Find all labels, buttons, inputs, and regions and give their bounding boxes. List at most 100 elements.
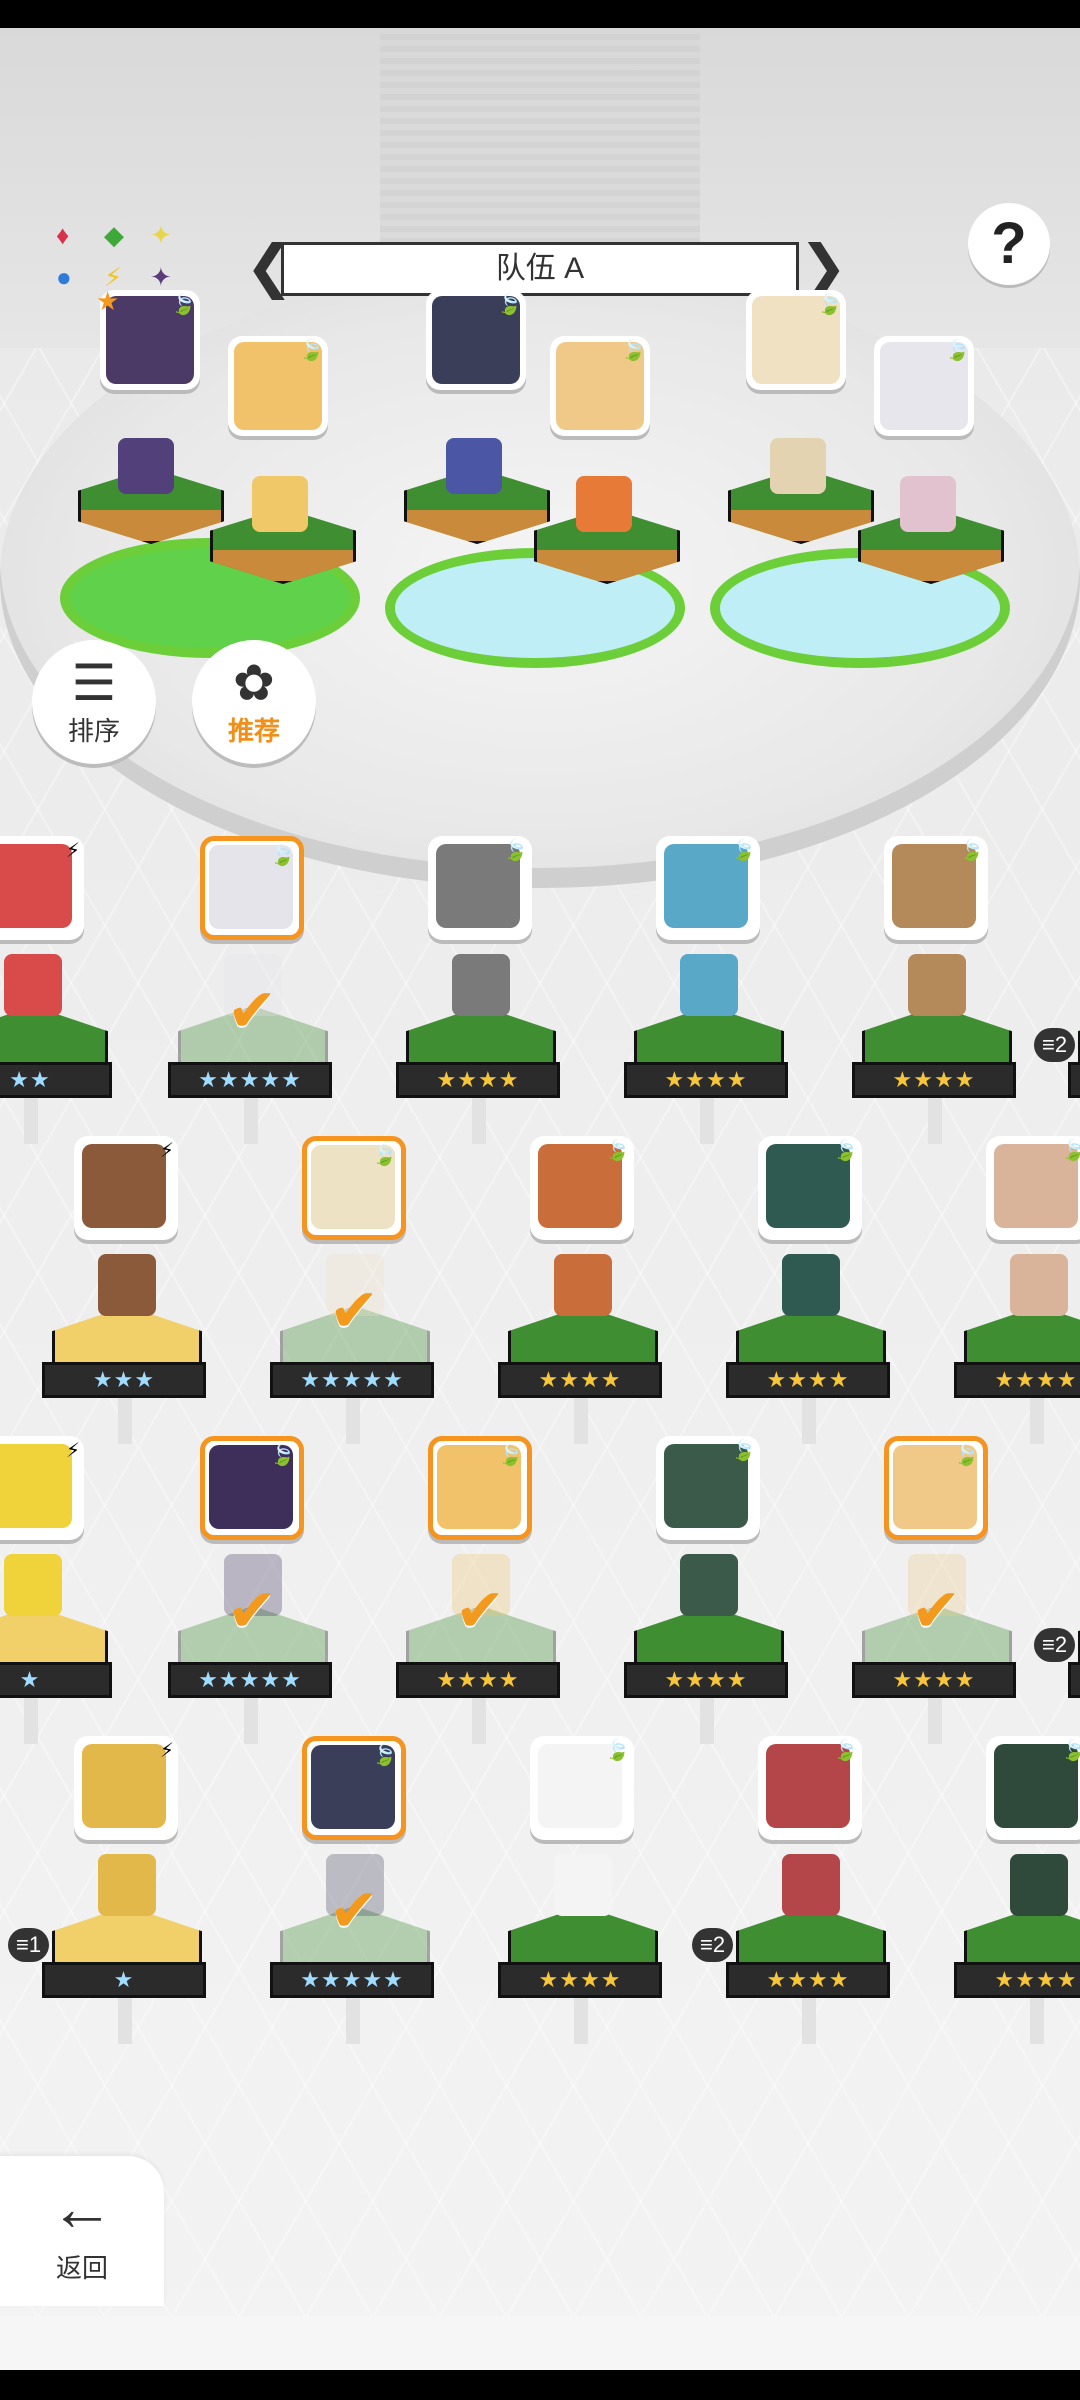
character-card[interactable]: 🍃 ★★★★ (616, 1436, 796, 1744)
character-card[interactable]: 🍃 ★★★★ (946, 1136, 1080, 1444)
formation-sprite (770, 438, 826, 494)
character-portrait[interactable]: 🍃 (530, 1136, 634, 1240)
formation-slot-portrait[interactable]: 🍃 (228, 336, 328, 436)
formation-slot-portrait[interactable]: 🍃 (550, 336, 650, 436)
stand-pole (1030, 1998, 1044, 2044)
bottom-strip (0, 2316, 1080, 2370)
formation-sprite (252, 476, 308, 532)
formation-slot-portrait[interactable]: 🍃 ★ (96, 286, 200, 390)
character-card[interactable]: ✔ 🍃 ★★★★ (844, 1436, 1024, 1744)
leaf-attr-icon: 🍃 (503, 840, 528, 862)
character-portrait[interactable]: 🍃 (986, 1136, 1080, 1240)
character-sprite (1010, 1854, 1068, 1916)
leaf-attr-icon: 🍃 (372, 1145, 397, 1167)
character-card[interactable]: ⚡ ★★ (0, 836, 120, 1144)
character-card[interactable]: 🍃 ★★★★ (718, 1136, 898, 1444)
leaf-icon: 🍃 (299, 340, 324, 362)
character-card[interactable]: ✔ 🍃 ★★★★ (388, 1436, 568, 1744)
leaf-icon: 🍃 (945, 340, 970, 362)
character-portrait[interactable]: 🍃 (200, 836, 304, 940)
copies-icon: ≡ (700, 1932, 713, 1957)
character-sprite (98, 1854, 156, 1916)
star-rating: ★★★★ (852, 1662, 1016, 1698)
stand-pole (1030, 1398, 1044, 1444)
duplicate-count: 2 (1054, 1032, 1068, 1057)
light-element-icon: ✦ (150, 220, 172, 250)
character-card[interactable]: ⚡ ★ ≡1 (8, 1736, 214, 2044)
star-rating: ★★ (0, 1062, 112, 1098)
flower-icon: ✿ (233, 655, 275, 711)
character-card[interactable]: 🍃 ★★★★ (844, 836, 1024, 1144)
formation-slot-portrait[interactable]: 🍃 (426, 290, 526, 390)
leaf-icon: 🍃 (171, 294, 196, 316)
leaf-attr-icon: 🍃 (1061, 1140, 1080, 1162)
character-portrait[interactable]: 🍃 (758, 1136, 862, 1240)
character-portrait[interactable]: ⚡ (74, 1136, 178, 1240)
formation-slot-portrait[interactable]: 🍃 (874, 336, 974, 436)
character-portrait[interactable]: 🍃 (530, 1736, 634, 1840)
thunder-attr-icon: ⚡ (159, 1140, 174, 1162)
character-card[interactable]: 🍃 ★★★★ ≡2 (692, 1736, 898, 2044)
character-card[interactable]: ≡2 (1034, 1436, 1080, 1736)
back-button[interactable]: ← 返回 (0, 2156, 164, 2306)
character-sprite (4, 954, 62, 1016)
character-card[interactable]: 🍃 ★★★★ (490, 1736, 670, 2044)
character-portrait[interactable]: 🍃 (986, 1736, 1080, 1840)
character-sprite (554, 1254, 612, 1316)
character-portrait[interactable]: ⚡ (74, 1736, 178, 1840)
star-rating: ★★★★ (954, 1362, 1080, 1398)
character-portrait[interactable]: 🍃 (656, 836, 760, 940)
star-rating: ★★★★ (624, 1662, 788, 1698)
dark-element-icon: ✦ (150, 262, 172, 292)
formation-slot-portrait[interactable]: 🍃 (746, 290, 846, 390)
character-card[interactable]: 🍃 ★★★★ (388, 836, 568, 1144)
character-card[interactable]: 🍃 ★★★★ (946, 1736, 1080, 2044)
character-card[interactable]: ⚡ ★★★ (34, 1136, 214, 1444)
sort-button[interactable]: ☰ 排序 (32, 640, 156, 764)
recommend-button[interactable]: ✿ 推荐 (192, 640, 316, 764)
formation-sprite (576, 476, 632, 532)
character-portrait[interactable]: 🍃 (884, 836, 988, 940)
leaf-attr-icon: 🍃 (270, 845, 295, 867)
character-card[interactable]: ✔ 🍃 ★★★★★ (262, 1736, 442, 2044)
character-portrait[interactable]: 🍃 (428, 836, 532, 940)
character-portrait[interactable]: 🍃 (302, 1136, 406, 1240)
selected-check-icon: ✔ (910, 1577, 962, 1644)
character-portrait[interactable]: ⚡ (0, 836, 84, 940)
star-rating: ★★★★★ (270, 1362, 434, 1398)
duplicate-count: 1 (28, 1932, 42, 1957)
stand-pole (928, 1098, 942, 1144)
character-card[interactable]: ✔ 🍃 ★★★★★ (160, 836, 340, 1144)
character-card[interactable]: ⚡ ★ (0, 1436, 120, 1744)
navigation-bar (0, 2370, 1080, 2400)
leaf-attr-icon: 🍃 (605, 1740, 630, 1762)
character-card[interactable]: ✔ 🍃 ★★★★★ (160, 1436, 340, 1744)
character-portrait[interactable]: 🍃 (758, 1736, 862, 1840)
sort-label: 排序 (67, 716, 120, 746)
stand-pole (574, 1398, 588, 1444)
leaf-attr-icon: 🍃 (731, 1440, 756, 1462)
character-card[interactable]: 🍃 ★★★★ (490, 1136, 670, 1444)
prev-team-button[interactable]: ❮ (245, 238, 294, 300)
character-card[interactable]: ✔ 🍃 ★★★★★ (262, 1136, 442, 1444)
fire-element-icon: ♦ (56, 220, 70, 250)
character-portrait[interactable]: 🍃 (884, 1436, 988, 1540)
character-portrait[interactable]: 🍃 (200, 1436, 304, 1540)
character-sprite (680, 954, 738, 1016)
leaf-attr-icon: 🍃 (498, 1445, 523, 1467)
star-rating: ★★★★★ (168, 1062, 332, 1098)
character-portrait[interactable]: 🍃 (656, 1436, 760, 1540)
help-button[interactable]: ? (968, 203, 1050, 285)
character-card[interactable]: ≡2 (1034, 836, 1080, 1136)
character-portrait[interactable]: ⚡ (0, 1436, 84, 1540)
team-selector: ❮ 队伍 A ❯ (245, 238, 848, 300)
star-rating (1068, 1662, 1080, 1698)
character-portrait[interactable]: 🍃 (302, 1736, 406, 1840)
formation-sprite (118, 438, 174, 494)
star-rating: ★★★★ (396, 1662, 560, 1698)
character-card[interactable]: 🍃 ★★★★ (616, 836, 796, 1144)
star-rating: ★★★★ (396, 1062, 560, 1098)
leaf-attr-icon: 🍃 (833, 1740, 858, 1762)
character-portrait[interactable]: 🍃 (428, 1436, 532, 1540)
character-sprite (782, 1254, 840, 1316)
